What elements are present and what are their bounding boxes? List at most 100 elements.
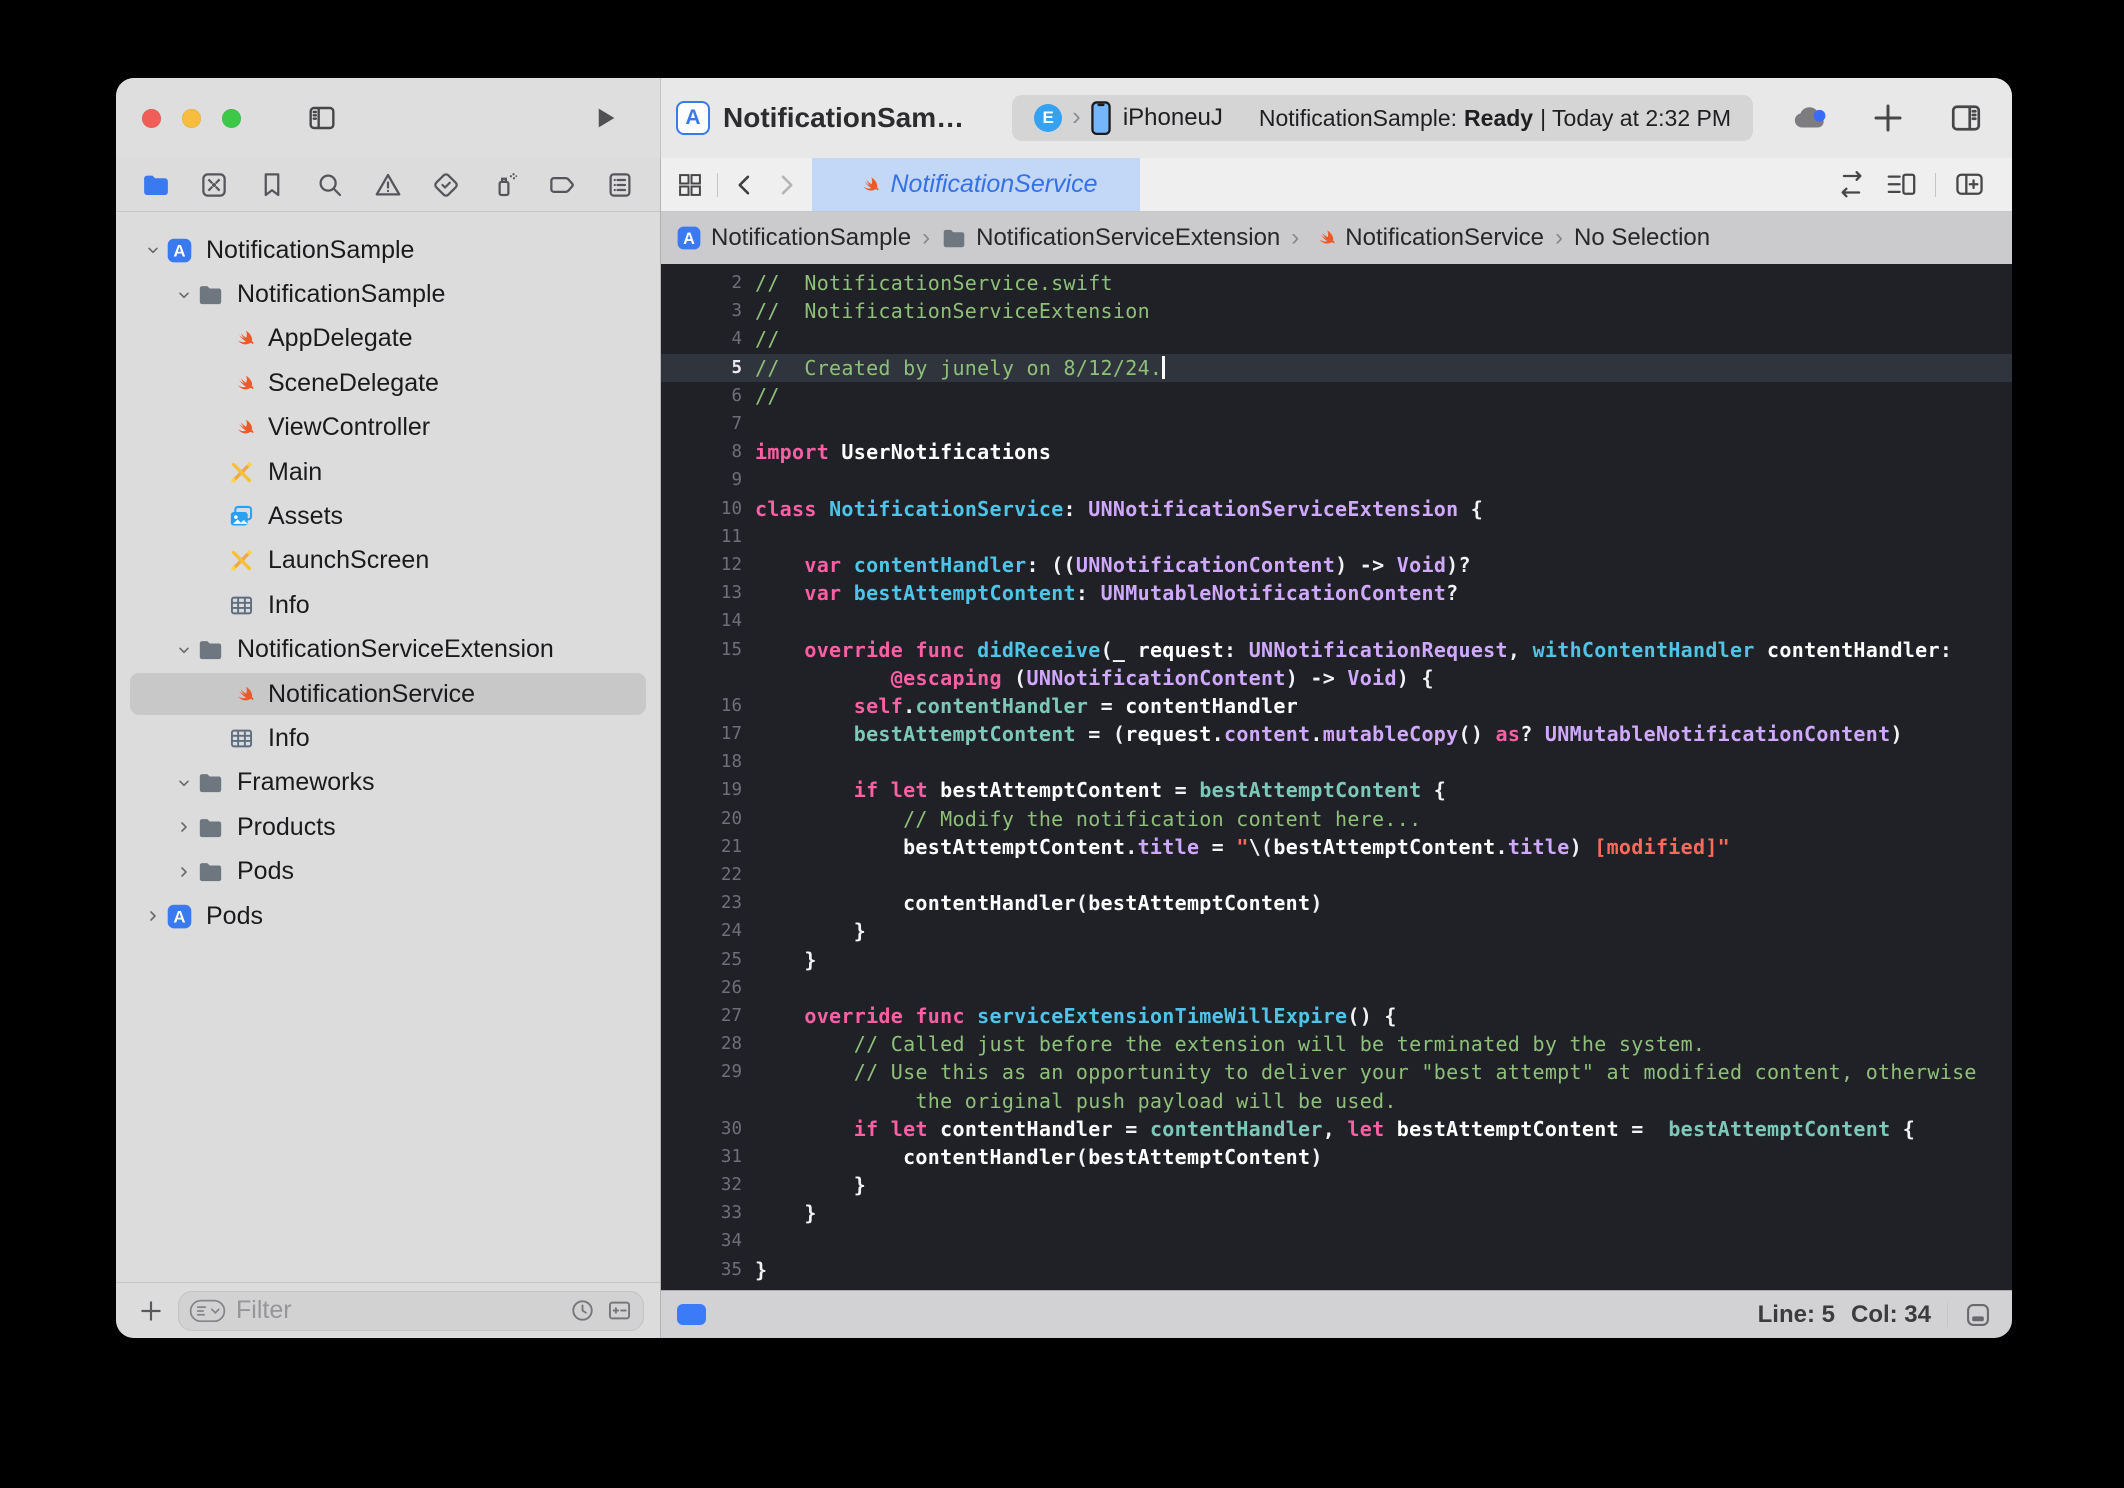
code-line-29[interactable]: 29 // Use this as an opportunity to deli…	[661, 1058, 2012, 1086]
adjust-editor-icon[interactable]	[1964, 1301, 1992, 1329]
run-destination[interactable]: iPhoneuJ	[1123, 104, 1223, 132]
scheme-icon[interactable]: E	[1034, 104, 1062, 132]
line-number: 30	[661, 1119, 755, 1139]
add-editor-icon[interactable]	[1953, 171, 1986, 199]
code-line-4[interactable]: 4//	[661, 325, 2012, 353]
breadcrumb-item-file[interactable]: NotificationService	[1310, 224, 1544, 252]
breadcrumb-item-selection[interactable]: No Selection	[1574, 224, 1710, 252]
code-line-26[interactable]: 26	[661, 974, 2012, 1002]
tree-item-assets[interactable]: Assets	[116, 494, 660, 538]
code-line-3[interactable]: 3// NotificationServiceExtension	[661, 297, 2012, 325]
code-line-22[interactable]: 22	[661, 861, 2012, 889]
minimize-button[interactable]	[182, 109, 201, 128]
editor-options-icon[interactable]	[1885, 171, 1918, 199]
code-line-7[interactable]: 7	[661, 410, 2012, 438]
code-coverage-chip[interactable]	[677, 1304, 706, 1325]
tree-item-products[interactable]: Products	[116, 805, 660, 849]
chevron-right-icon[interactable]	[171, 864, 197, 880]
code-line-35[interactable]: 35}	[661, 1256, 2012, 1284]
code-line-6[interactable]: 6//	[661, 382, 2012, 410]
source-code-editor[interactable]: 2// NotificationService.swift3// Notific…	[661, 264, 2012, 1290]
code-line-13[interactable]: 13 var bestAttemptContent: UNMutableNoti…	[661, 579, 2012, 607]
issues-navigator-icon[interactable]	[373, 170, 403, 200]
filter-field[interactable]: Filter	[178, 1291, 644, 1331]
code-line-31[interactable]: 31 contentHandler(bestAttemptContent)	[661, 1143, 2012, 1171]
source-control-filter-icon[interactable]	[606, 1297, 633, 1324]
code-line-9[interactable]: 9	[661, 466, 2012, 494]
debug-navigator-icon[interactable]	[489, 170, 519, 200]
code-line-24[interactable]: 24 }	[661, 917, 2012, 945]
toggle-navigator-icon[interactable]	[306, 102, 338, 134]
related-items-icon[interactable]	[676, 171, 704, 199]
code-line-5[interactable]: 5// Created by junely on 8/12/24.	[661, 354, 2012, 382]
reports-navigator-icon[interactable]	[605, 170, 635, 200]
toggle-inspector-icon[interactable]	[1948, 103, 1984, 133]
go-forward-icon[interactable]	[772, 171, 800, 199]
bookmarks-navigator-icon[interactable]	[257, 170, 287, 200]
breadcrumb-item-group[interactable]: NotificationServiceExtension	[941, 224, 1280, 252]
code-line-14[interactable]: 14	[661, 607, 2012, 635]
tree-item-notificationservice[interactable]: NotificationService	[116, 672, 660, 716]
tree-item-info[interactable]: Info	[116, 583, 660, 627]
breadcrumb-item-project[interactable]: A NotificationSample	[676, 224, 911, 252]
code-line-27[interactable]: 27 override func serviceExtensionTimeWil…	[661, 1002, 2012, 1030]
breakpoints-navigator-icon[interactable]	[547, 170, 577, 200]
chevron-down-icon[interactable]	[171, 775, 197, 791]
go-back-icon[interactable]	[731, 171, 759, 199]
code-line-2[interactable]: 2// NotificationService.swift	[661, 269, 2012, 297]
tree-item-pods[interactable]: Pods	[116, 849, 660, 893]
tree-item-frameworks[interactable]: Frameworks	[116, 761, 660, 805]
add-icon[interactable]	[1870, 103, 1906, 133]
tree-item-info[interactable]: Info	[116, 716, 660, 760]
chevron-right-icon[interactable]	[171, 819, 197, 835]
code-line-wrap[interactable]: the original push payload will be used.	[661, 1086, 2012, 1114]
code-line-16[interactable]: 16 self.contentHandler = contentHandler	[661, 692, 2012, 720]
code-line-32[interactable]: 32 }	[661, 1171, 2012, 1199]
code-review-icon[interactable]	[1835, 171, 1868, 199]
tree-item-viewcontroller[interactable]: ViewController	[116, 406, 660, 450]
code-line-20[interactable]: 20 // Modify the notification content he…	[661, 805, 2012, 833]
recent-files-icon[interactable]	[569, 1297, 596, 1324]
code-line-wrap[interactable]: @escaping (UNNotificationContent) -> Voi…	[661, 664, 2012, 692]
code-line-12[interactable]: 12 var contentHandler: ((UNNotificationC…	[661, 551, 2012, 579]
tests-navigator-icon[interactable]	[431, 170, 461, 200]
code-line-25[interactable]: 25 }	[661, 946, 2012, 974]
code-line-17[interactable]: 17 bestAttemptContent = (request.content…	[661, 720, 2012, 748]
project-navigator-icon[interactable]	[141, 170, 171, 200]
tab-notificationservice[interactable]: NotificationService	[812, 158, 1140, 211]
close-button[interactable]	[142, 109, 161, 128]
tree-item-notificationsample[interactable]: NotificationSample	[116, 272, 660, 316]
zoom-button[interactable]	[222, 109, 241, 128]
code-line-11[interactable]: 11	[661, 523, 2012, 551]
tree-item-scenedelegate[interactable]: SceneDelegate	[116, 361, 660, 405]
code-line-34[interactable]: 34	[661, 1227, 2012, 1255]
find-navigator-icon[interactable]	[315, 170, 345, 200]
code-line-28[interactable]: 28 // Called just before the extension w…	[661, 1030, 2012, 1058]
code-text: // Created by junely on 8/12/24.	[755, 356, 1165, 380]
code-line-15[interactable]: 15 override func didReceive(_ request: U…	[661, 635, 2012, 663]
code-line-19[interactable]: 19 if let bestAttemptContent = bestAttem…	[661, 776, 2012, 804]
tree-item-notificationsample[interactable]: ANotificationSample	[116, 228, 660, 272]
tree-item-notificationserviceextension[interactable]: NotificationServiceExtension	[116, 628, 660, 672]
filter-options-icon[interactable]	[189, 1299, 226, 1323]
code-line-8[interactable]: 8import UserNotifications	[661, 438, 2012, 466]
code-line-33[interactable]: 33 }	[661, 1199, 2012, 1227]
tree-item-appdelegate[interactable]: AppDelegate	[116, 317, 660, 361]
code-line-18[interactable]: 18	[661, 748, 2012, 776]
chevron-down-icon[interactable]	[140, 242, 166, 258]
scheme-status-pill[interactable]: E › iPhoneuJ NotificationSample:Ready| T…	[1012, 95, 1753, 141]
cloud-sync-icon[interactable]	[1792, 103, 1828, 133]
source-control-navigator-icon[interactable]	[199, 170, 229, 200]
tree-item-main[interactable]: Main	[116, 450, 660, 494]
code-line-21[interactable]: 21 bestAttemptContent.title = "\(bestAtt…	[661, 833, 2012, 861]
code-line-10[interactable]: 10class NotificationService: UNNotificat…	[661, 495, 2012, 523]
tree-item-launchscreen[interactable]: LaunchScreen	[116, 539, 660, 583]
chevron-right-icon[interactable]	[140, 908, 166, 924]
code-line-30[interactable]: 30 if let contentHandler = contentHandle…	[661, 1115, 2012, 1143]
chevron-down-icon[interactable]	[171, 642, 197, 658]
tree-item-pods[interactable]: APods	[116, 894, 660, 938]
add-file-icon[interactable]	[138, 1298, 164, 1324]
chevron-down-icon[interactable]	[171, 287, 197, 303]
code-line-23[interactable]: 23 contentHandler(bestAttemptContent)	[661, 889, 2012, 917]
run-button[interactable]	[590, 103, 620, 133]
